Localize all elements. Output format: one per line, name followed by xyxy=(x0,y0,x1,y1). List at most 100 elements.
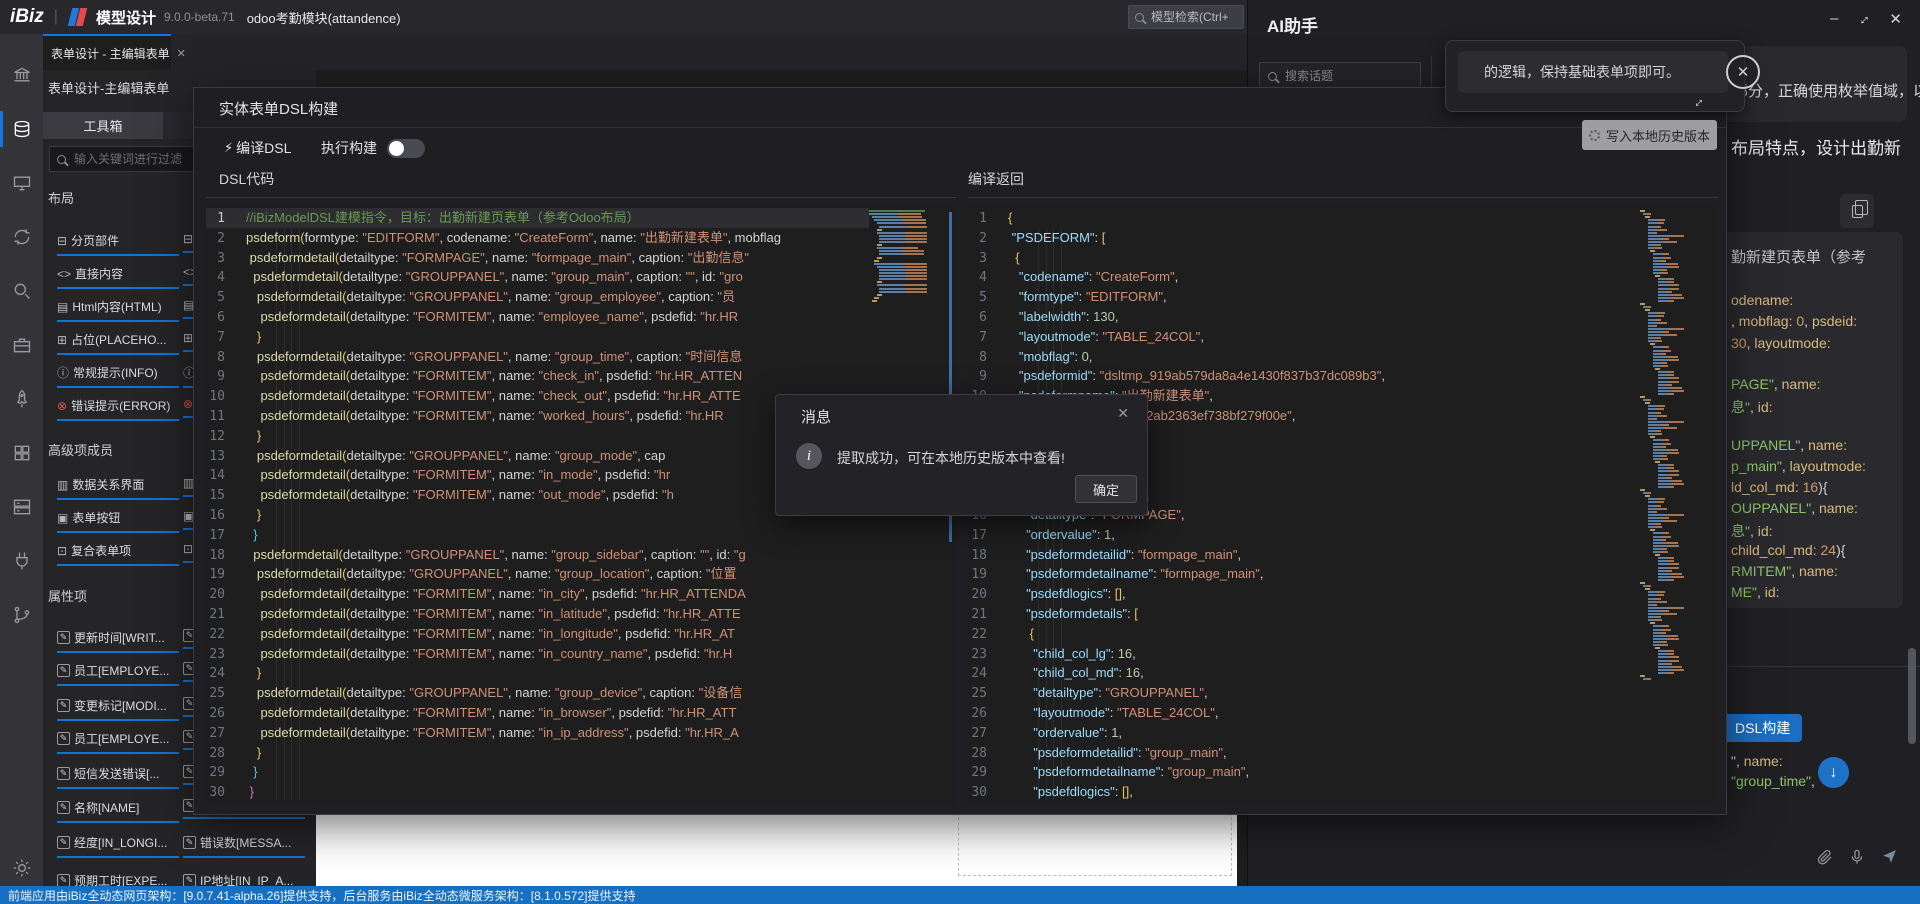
toolbox-item[interactable]: ⊞ 占位(PLACEHO... xyxy=(57,331,179,355)
line-number: 4 xyxy=(217,270,225,286)
dismiss-card-button[interactable]: ✕ xyxy=(1726,55,1760,89)
rail-item-gear[interactable] xyxy=(0,846,43,890)
minimap-line xyxy=(1647,427,1677,429)
minimap-line xyxy=(1652,458,1668,460)
dsl-build-button[interactable]: DSL构建 xyxy=(1727,714,1803,742)
minimap-line xyxy=(879,287,927,290)
build-toggle[interactable] xyxy=(387,138,425,158)
tab-close-icon[interactable]: ✕ xyxy=(177,47,186,60)
toolbox-item[interactable]: <> 直接内容 xyxy=(57,265,179,289)
minimap-line xyxy=(1647,237,1669,240)
minimap-line xyxy=(1657,566,1680,569)
minimap-line xyxy=(1642,306,1652,309)
compile-result-line: 2 "PSDEFORM": [ xyxy=(968,228,1631,248)
tab-panel-icon: ⊟ xyxy=(57,233,68,248)
scroll-to-bottom-button[interactable]: ↓ xyxy=(1818,757,1849,788)
chat-code-fragment: p_main", layoutmode: xyxy=(1731,458,1866,474)
minimap-line xyxy=(879,278,927,281)
compile-result-line: 8 "mobflag": 0, xyxy=(968,347,1631,367)
dsl-code-line: 3 psdeformdetail(detailtype: "FORMPAGE",… xyxy=(206,248,869,268)
minimap-line xyxy=(1647,433,1662,436)
rail-item-search[interactable] xyxy=(0,269,43,313)
line-number: 20 xyxy=(971,587,987,603)
expand-icon[interactable]: ↔ xyxy=(1686,90,1707,111)
minimap-line xyxy=(1652,535,1672,538)
minimap[interactable] xyxy=(867,210,933,307)
model-search-box[interactable] xyxy=(1128,5,1244,29)
minimap-line xyxy=(1647,321,1667,324)
toolbox-item[interactable]: ✎ 短信发送错误[... xyxy=(57,765,179,789)
toolbox-item[interactable]: ✎ 经度[IN_LONGI... xyxy=(57,834,179,858)
rail-item-grid[interactable] xyxy=(0,431,43,475)
rail-item-briefcase[interactable] xyxy=(0,323,43,367)
rail-item-branch[interactable] xyxy=(0,593,43,637)
pencil-icon: ✎ xyxy=(57,874,70,886)
minimap-line xyxy=(1647,513,1685,516)
toolbox-item[interactable]: ⊟ 分页部件 xyxy=(57,232,179,256)
copy-button[interactable] xyxy=(1840,194,1874,228)
toolbox-item[interactable]: ▣ 表单按钮 xyxy=(57,509,179,533)
toolbox-item[interactable]: ✎ 变更标记[MODI... xyxy=(57,697,179,721)
attachment-icon[interactable] xyxy=(1817,849,1833,865)
toolbox-item[interactable]: ✎ IP地址[IN_IP_A... xyxy=(183,872,305,886)
write-history-button[interactable]: 写入本地历史版本 xyxy=(1582,120,1717,150)
rail-item-sync[interactable] xyxy=(0,215,43,259)
compile-result-line: 26 "layoutmode": "TABLE_24COL", xyxy=(968,703,1631,723)
rail-item-institution[interactable] xyxy=(0,53,43,97)
rail-item-plug[interactable] xyxy=(0,539,43,583)
toolbox-item[interactable]: ✎ 错误数[MESSA... xyxy=(183,834,305,858)
minimap-line xyxy=(1650,436,1655,439)
minimap-line xyxy=(1650,622,1655,625)
toolbox-item[interactable]: ▥ 数据关系界面 xyxy=(57,476,179,500)
tab-form-design[interactable]: 表单设计 - 主编辑表单 ✕ xyxy=(43,34,186,70)
dsl-build-label: DSL构建 xyxy=(1735,720,1791,736)
toolbox-item-label: 更新时间[WRIT... xyxy=(74,631,165,645)
rail-item-monitor[interactable] xyxy=(0,161,43,205)
dsl-code-line: 12 } xyxy=(206,426,869,446)
minimap-line xyxy=(879,253,924,256)
minimap[interactable] xyxy=(1638,210,1716,685)
toolbox-item[interactable]: ✎ 员工[EMPLOYE... xyxy=(57,730,179,754)
topic-search-input[interactable] xyxy=(1283,68,1412,84)
send-icon[interactable] xyxy=(1881,848,1898,865)
minimap-line xyxy=(1647,606,1685,609)
minimap-line xyxy=(1655,554,1660,557)
chat-scrollbar[interactable] xyxy=(1908,648,1916,744)
toolbox-item[interactable]: ▤ Html内容(HTML) xyxy=(57,298,179,322)
model-search-input[interactable] xyxy=(1149,9,1237,25)
toolbox-item-label: 员工[EMPLOYE... xyxy=(74,664,170,678)
toolbox-item[interactable]: ⓘ 常规提示(INFO) xyxy=(57,364,179,388)
rail-item-rocket[interactable] xyxy=(0,377,43,421)
compile-result-line: 29 "psdeformdetailname": "group_main", xyxy=(968,762,1631,782)
rail-item-server[interactable] xyxy=(0,485,43,529)
minimize-icon[interactable]: – xyxy=(1830,10,1838,28)
minimap-line xyxy=(1657,575,1684,578)
toolbox-item[interactable]: ⊗ 错误提示(ERROR) xyxy=(57,397,179,421)
restore-icon[interactable]: ↔ xyxy=(1852,7,1875,30)
toolbox-item[interactable]: ⊡ 复合表单项 xyxy=(57,542,179,566)
microphone-icon[interactable] xyxy=(1849,849,1865,865)
topic-search-box[interactable] xyxy=(1259,62,1421,90)
toolbox-item[interactable]: ✎ 更新时间[WRIT... xyxy=(57,629,179,653)
compile-dsl-button[interactable]: ⚡ 编译DSL xyxy=(224,138,291,158)
minimap-line xyxy=(1657,668,1684,671)
dsl-code-line: 6 psdeformdetail(detailtype: "FORMITEM",… xyxy=(206,307,869,327)
minimap-line xyxy=(1657,284,1679,287)
ok-button[interactable]: 确定 xyxy=(1075,475,1137,503)
minimap-line xyxy=(1652,644,1668,646)
dialog-close-icon[interactable]: ✕ xyxy=(1117,405,1129,422)
minimap-line xyxy=(1647,231,1658,234)
rail-item-database[interactable] xyxy=(0,107,43,151)
toolbox-item[interactable]: ✎ 员工[EMPLOYE... xyxy=(57,662,179,686)
minimap-line xyxy=(1652,349,1672,352)
minimap-line xyxy=(1647,423,1669,426)
close-icon[interactable]: ✕ xyxy=(1889,10,1902,28)
minimap-line xyxy=(869,210,925,212)
toolbox-item[interactable]: ✎ 预期工时[EXPE... xyxy=(57,872,179,886)
tab-toolbox[interactable]: 工具箱 xyxy=(43,112,163,139)
minimap-line xyxy=(1647,504,1661,507)
minimap-line xyxy=(874,259,879,262)
status-text: 前端应用由iBiz全动态网页架构：[9.0.7.41-alpha.26]提供支持… xyxy=(8,888,636,903)
toolbox-item[interactable]: ✎ 名称[NAME] xyxy=(57,799,179,823)
minimap-line xyxy=(1657,479,1683,482)
